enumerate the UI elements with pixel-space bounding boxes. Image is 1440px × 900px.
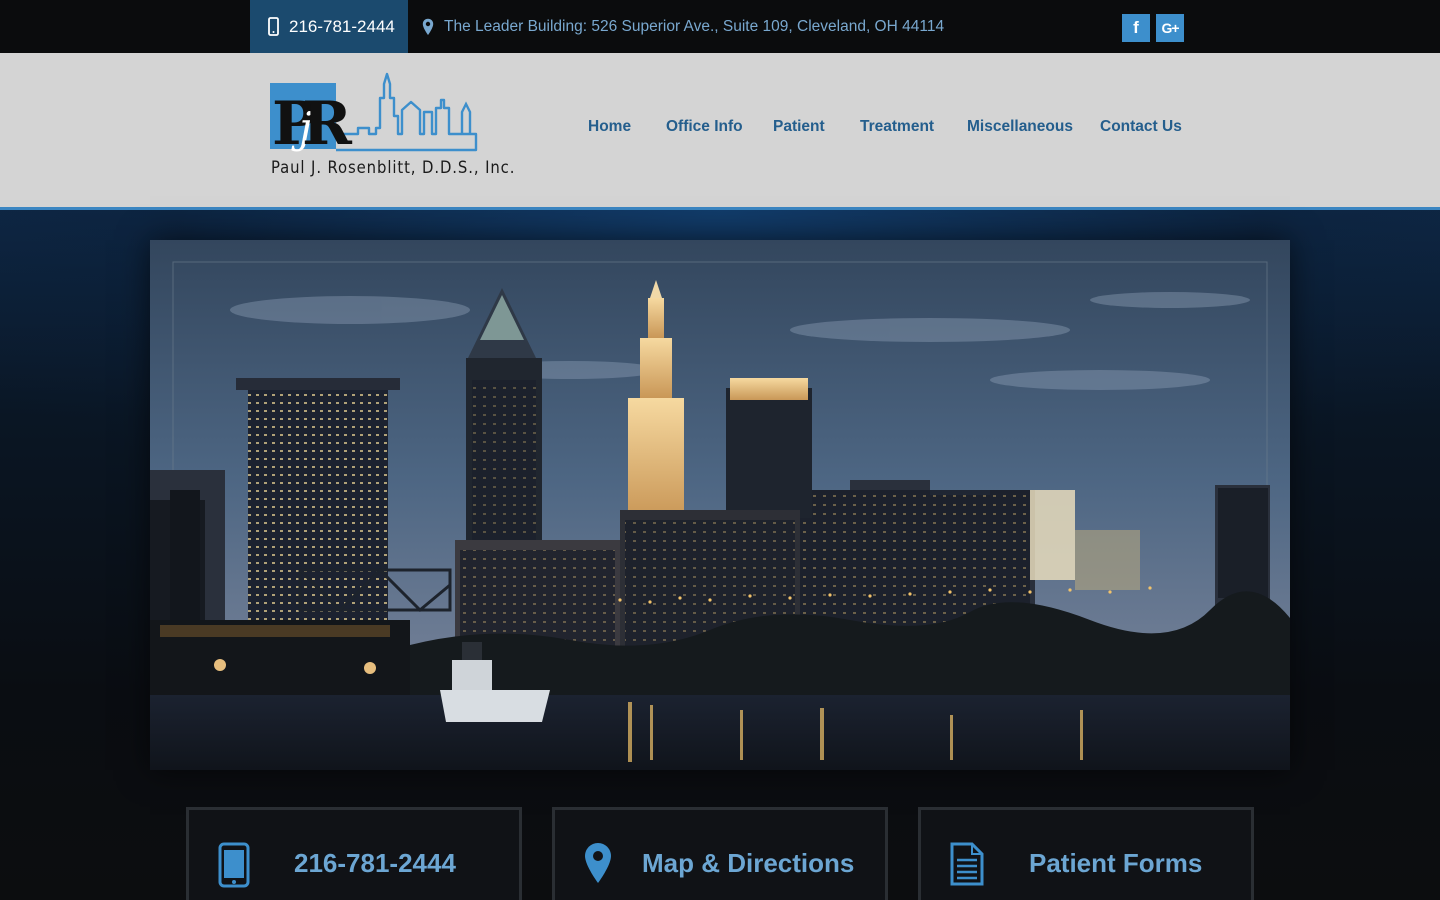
top-address-link[interactable]: The Leader Building: 526 Superior Ave., … xyxy=(422,0,944,53)
feature-patient-forms[interactable]: Patient Forms xyxy=(918,807,1254,900)
facebook-icon[interactable]: f xyxy=(1122,14,1150,42)
nav-contact-us[interactable]: Contact Us xyxy=(1100,118,1182,136)
google-plus-icon[interactable]: G+ xyxy=(1156,14,1184,42)
feature-map-directions[interactable]: Map & Directions xyxy=(552,807,888,900)
map-pin-icon xyxy=(422,18,434,35)
feature-forms-label: Patient Forms xyxy=(1029,848,1203,878)
main-nav: Home Office Info Patient Treatment Misce… xyxy=(0,118,1440,144)
phone-icon xyxy=(218,842,250,888)
skyline-illustration xyxy=(150,240,1290,770)
feature-phone[interactable]: 216-781-2444 xyxy=(186,807,522,900)
nav-office-info[interactable]: Office Info xyxy=(666,118,743,136)
document-icon xyxy=(950,842,984,886)
map-pin-icon xyxy=(585,843,611,883)
nav-patient[interactable]: Patient xyxy=(773,118,825,136)
top-phone-link[interactable]: 216-781-2444 xyxy=(250,0,408,53)
top-phone-number: 216-781-2444 xyxy=(289,16,395,36)
feature-phone-label: 216-781-2444 xyxy=(294,848,456,878)
hero-image xyxy=(150,240,1290,770)
mobile-phone-icon xyxy=(268,17,279,36)
nav-miscellaneous[interactable]: Miscellaneous xyxy=(967,118,1073,136)
nav-home[interactable]: Home xyxy=(588,118,631,136)
top-address-text: The Leader Building: 526 Superior Ave., … xyxy=(444,17,945,35)
feature-map-label: Map & Directions xyxy=(642,848,855,878)
logo-name[interactable]: Paul J. Rosenblitt, D.D.S., Inc. xyxy=(271,158,515,177)
top-bar: 216-781-2444 The Leader Building: 526 Su… xyxy=(0,0,1440,53)
nav-treatment[interactable]: Treatment xyxy=(860,118,934,136)
